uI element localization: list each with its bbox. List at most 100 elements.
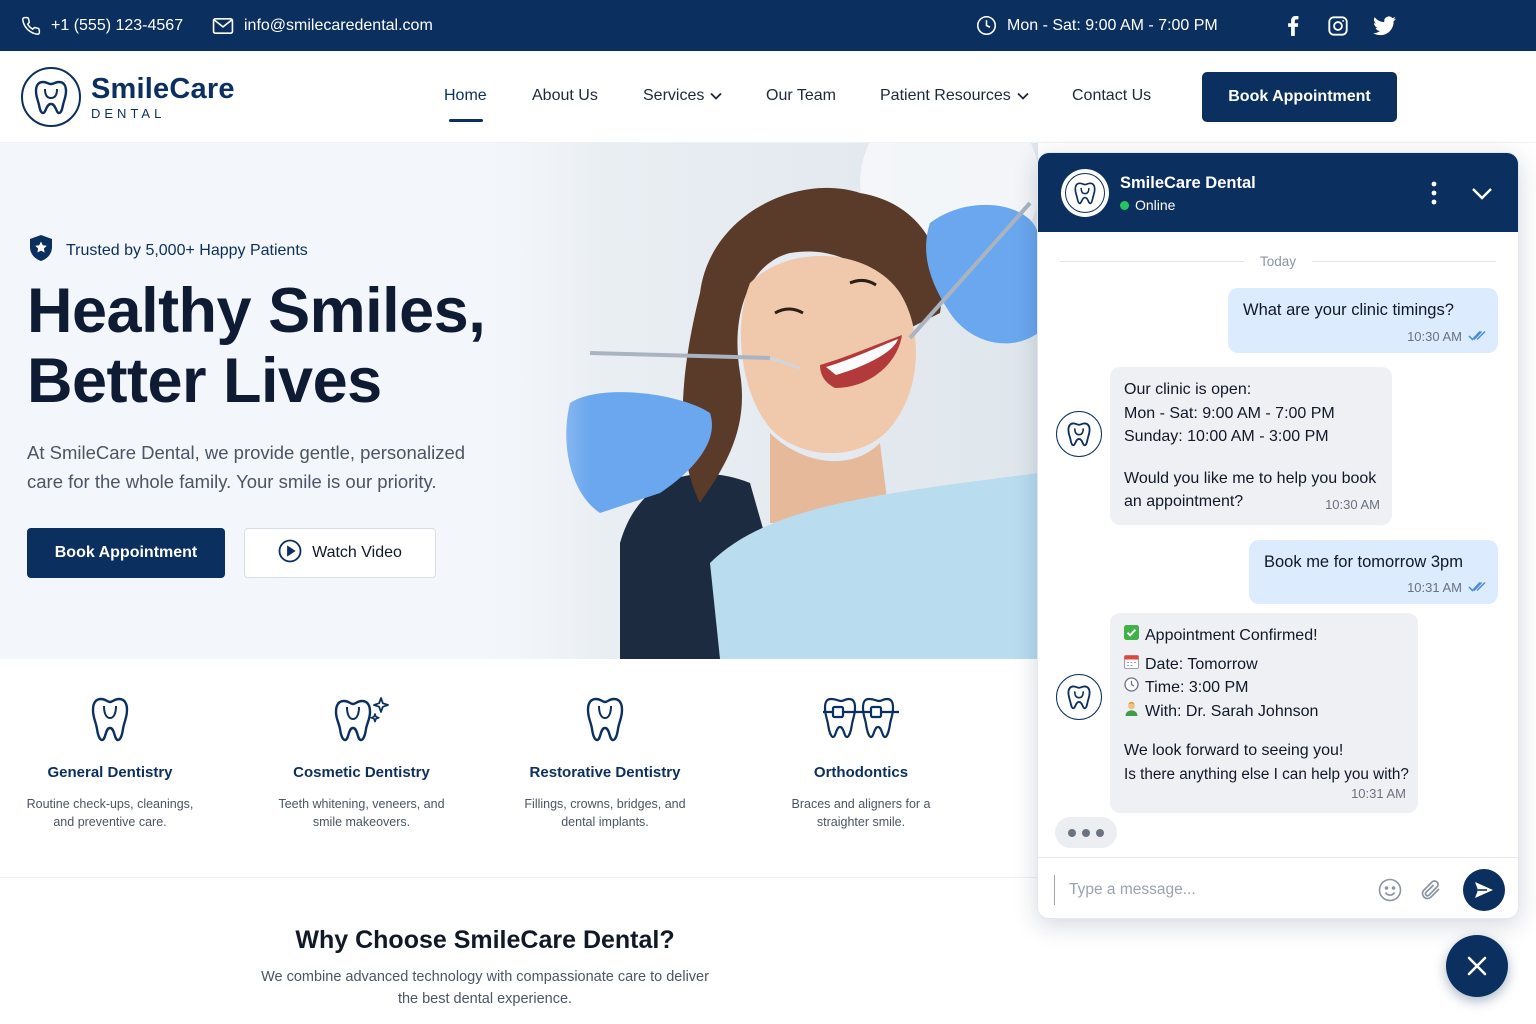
nav-home[interactable]: Home <box>444 87 487 105</box>
hero-section: Trusted by 5,000+ Happy Patients Healthy… <box>0 143 1038 659</box>
chat-widget: SmileCare Dental Online Today What are y… <box>1037 152 1519 919</box>
nav-patient-resources-label: Patient Resources <box>880 87 1011 104</box>
tooth-icon <box>505 696 705 746</box>
more-options-icon[interactable] <box>1428 179 1440 207</box>
message-input[interactable] <box>1054 875 1364 905</box>
chat-status: Online <box>1120 197 1175 213</box>
appointment-doctor: With: Dr. Sarah Johnson <box>1145 702 1319 720</box>
online-indicator <box>1120 200 1129 210</box>
chat-composer <box>1038 857 1518 918</box>
phone-icon <box>21 16 41 36</box>
braces-icon <box>770 696 952 746</box>
tooth-icon <box>1067 422 1091 447</box>
separator-line <box>1060 261 1244 262</box>
service-restorative-dentistry[interactable]: Restorative Dentistry Fillings, crowns, … <box>505 696 705 831</box>
trust-badge: Trusted by 5,000+ Happy Patients <box>28 234 308 267</box>
user-message: Book me for tomorrow 3pm 10:31 AM <box>1249 540 1498 604</box>
service-description-line: smile makeovers. <box>312 815 411 829</box>
twitter-link[interactable] <box>1373 0 1396 51</box>
chevron-down-icon[interactable] <box>1470 181 1494 210</box>
hero-headline: Healthy Smiles, Better Lives <box>27 276 486 416</box>
message-time: 10:30 AM <box>1407 329 1462 344</box>
message-line: Mon - Sat: 9:00 AM - 7:00 PM <box>1124 404 1335 422</box>
message-meta: 10:31 AM <box>1407 580 1486 595</box>
bot-avatar <box>1056 674 1102 720</box>
typing-dot <box>1096 828 1104 837</box>
service-title: General Dentistry <box>47 764 173 781</box>
brand-logo[interactable]: SmileCare DENTAL <box>21 67 235 127</box>
facebook-icon <box>1285 15 1301 36</box>
top-bar: +1 (555) 123-4567 info@smilecaredental.c… <box>0 0 1536 51</box>
chevron-down-icon <box>710 87 722 105</box>
facebook-link[interactable] <box>1285 0 1301 51</box>
service-description-line: and preventive care. <box>53 815 167 829</box>
service-description: Braces and aligners for a straighter smi… <box>770 795 952 831</box>
doctor-icon <box>1124 700 1139 724</box>
service-orthodontics[interactable]: Orthodontics Braces and aligners for a s… <box>770 696 952 831</box>
tooth-icon <box>1065 173 1105 213</box>
clock-icon <box>976 15 997 36</box>
service-description-line: Braces and aligners for a <box>791 797 931 811</box>
nav-contact-us[interactable]: Contact Us <box>1072 87 1151 105</box>
message-text: Book me for tomorrow 3pm <box>1264 553 1463 571</box>
play-icon <box>278 539 302 568</box>
nav-about-us[interactable]: About Us <box>532 87 598 105</box>
email-contact[interactable]: info@smilecaredental.com <box>212 0 433 51</box>
sparkle-tooth-icon <box>264 696 459 746</box>
watch-video-button[interactable]: Watch Video <box>244 528 436 578</box>
emoji-icon[interactable] <box>1378 878 1402 907</box>
service-cosmetic-dentistry[interactable]: Cosmetic Dentistry Teeth whitening, vene… <box>264 696 459 831</box>
instagram-link[interactable] <box>1327 0 1349 51</box>
message-line: Time: 3:00 PM <box>1124 676 1409 700</box>
phone-number: +1 (555) 123-4567 <box>51 16 184 34</box>
service-description: Fillings, crowns, bridges, and dental im… <box>505 795 705 831</box>
message-time: 10:31 AM <box>1407 580 1462 595</box>
confirmation-heading: Appointment Confirmed! <box>1145 627 1318 644</box>
chat-header: SmileCare Dental Online <box>1038 153 1518 232</box>
check-box-icon <box>1124 624 1139 648</box>
hours-text: Mon - Sat: 9:00 AM - 7:00 PM <box>1007 16 1218 34</box>
clock-icon <box>1124 676 1139 700</box>
nav-our-team[interactable]: Our Team <box>766 87 836 105</box>
brand-name: SmileCare <box>91 72 235 105</box>
paperclip-icon[interactable] <box>1420 878 1442 907</box>
message-line: Date: Tomorrow <box>1124 653 1409 677</box>
double-check-icon <box>1468 329 1486 344</box>
message-line: Our clinic is open: <box>1124 381 1252 398</box>
nav-patient-resources[interactable]: Patient Resources <box>880 87 1029 105</box>
typing-dot <box>1068 828 1076 837</box>
service-title: Cosmetic Dentistry <box>293 764 430 781</box>
chat-status-text: Online <box>1135 197 1176 213</box>
message-text: What are your clinic timings? <box>1243 301 1454 319</box>
trust-text: Trusted by 5,000+ Happy Patients <box>66 241 308 259</box>
service-general-dentistry[interactable]: General Dentistry Routine check-ups, cle… <box>14 696 206 831</box>
appointment-date: Date: Tomorrow <box>1145 655 1258 673</box>
chat-title: SmileCare Dental <box>1120 174 1256 192</box>
opening-hours: Mon - Sat: 9:00 AM - 7:00 PM <box>976 0 1218 51</box>
double-check-icon <box>1468 580 1486 595</box>
book-appointment-header-button[interactable]: Book Appointment <box>1202 72 1397 122</box>
nav-active-indicator <box>449 119 483 122</box>
message-line: Sunday: 10:00 AM - 3:00 PM <box>1124 428 1329 445</box>
service-title: Restorative Dentistry <box>529 764 681 781</box>
why-choose-text-line: the best dental experience. <box>397 991 573 1007</box>
service-description-line: Teeth whitening, veneers, and <box>278 797 445 811</box>
calendar-icon <box>1124 653 1139 677</box>
shield-star-icon <box>28 234 54 267</box>
instagram-icon <box>1327 15 1349 37</box>
nav-services-label: Services <box>643 87 705 104</box>
message-line: Appointment Confirmed! <box>1124 624 1409 648</box>
phone-contact[interactable]: +1 (555) 123-4567 <box>21 0 183 51</box>
service-description-line: dental implants. <box>561 815 649 829</box>
hero-patient-photo <box>470 143 1038 659</box>
nav-services[interactable]: Services <box>643 87 722 105</box>
appointment-time: Time: 3:00 PM <box>1145 679 1249 696</box>
message-text: Appointment Confirmed! Date: Tomorrow Ti… <box>1124 624 1409 786</box>
book-appointment-hero-button[interactable]: Book Appointment <box>27 528 225 578</box>
twitter-icon <box>1373 16 1396 36</box>
why-choose-text-line: We combine advanced technology with comp… <box>261 969 709 985</box>
send-button[interactable] <box>1463 869 1505 911</box>
close-chat-button[interactable] <box>1446 935 1508 997</box>
tooth-icon <box>1067 685 1091 710</box>
chat-avatar <box>1061 169 1109 217</box>
